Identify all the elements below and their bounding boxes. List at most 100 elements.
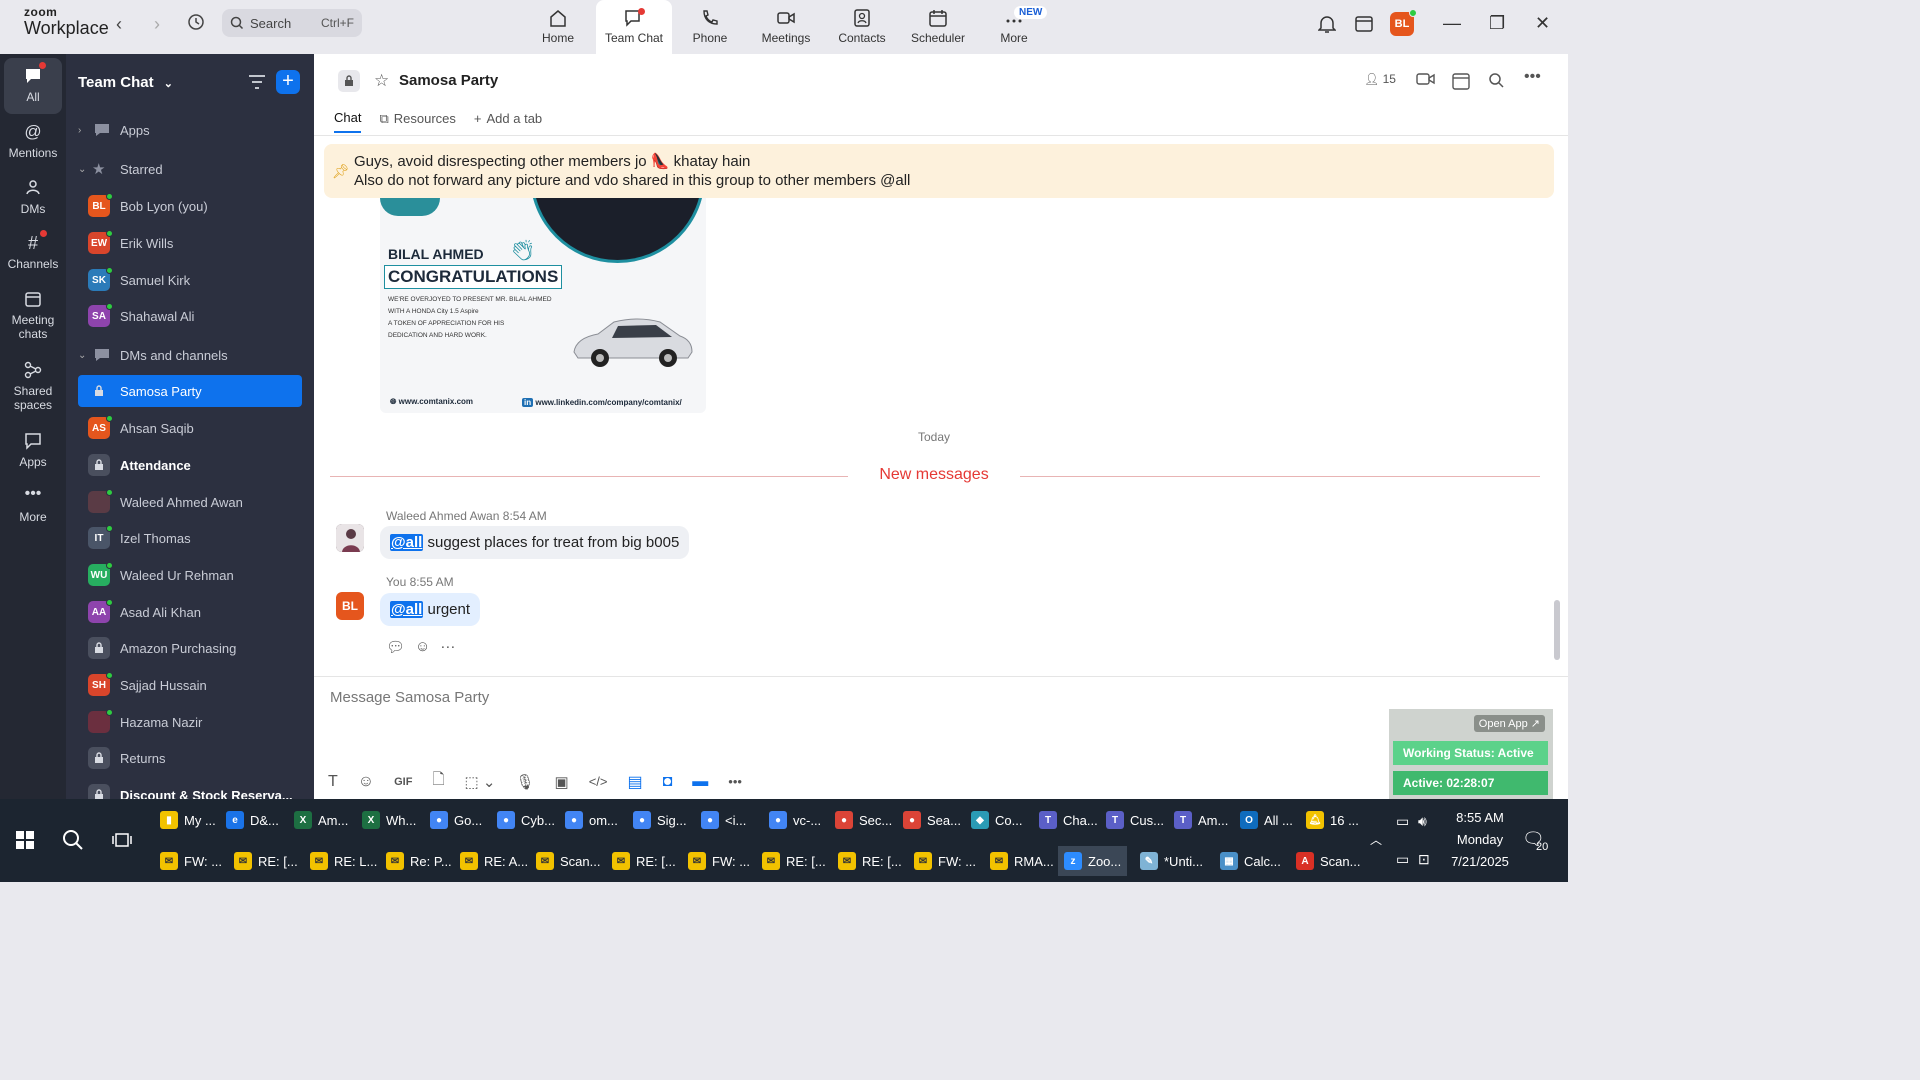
taskbar-window[interactable]: A Scan... xyxy=(1296,846,1360,876)
rail-meeting-chats[interactable]: Meeting chats xyxy=(0,289,66,341)
more-options-icon[interactable]: ••• xyxy=(1524,68,1541,86)
rail-channels[interactable]: # Channels xyxy=(0,233,66,271)
section-apps[interactable]: › Apps xyxy=(78,114,302,146)
calendar-icon[interactable] xyxy=(1452,72,1470,93)
taskbar-window[interactable]: ✉ RE: [... xyxy=(234,846,298,876)
sidebar-item-channel[interactable]: Samosa Party xyxy=(78,375,302,407)
chevron-up-icon[interactable]: ︿ xyxy=(1370,831,1382,848)
tab-contacts[interactable]: Contacts xyxy=(824,0,900,54)
tab-resources[interactable]: ⧉ Resources xyxy=(379,110,455,133)
windows-start-icon[interactable] xyxy=(16,831,34,849)
text-format-icon[interactable]: T xyxy=(328,773,338,791)
sidebar-title[interactable]: Team Chat ⌄ xyxy=(78,74,173,91)
rail-all[interactable]: All xyxy=(4,58,62,114)
taskbar-app[interactable]: 🔔︎ 16 ... xyxy=(1306,805,1359,835)
sender-name[interactable]: You xyxy=(386,575,406,589)
taskbar-app[interactable]: ◆ Co... xyxy=(971,805,1022,835)
taskbar-window[interactable]: ✉ RE: [... xyxy=(838,846,902,876)
taskbar-app[interactable]: X Wh... xyxy=(362,805,416,835)
taskbar-window[interactable]: ✉ FW: ... xyxy=(688,846,750,876)
mention-all[interactable]: @all xyxy=(390,534,424,551)
taskbar-app[interactable]: ● Sec... xyxy=(835,805,892,835)
shared-image-poster[interactable]: BILAL AHMED 👏︎ CONGRATULATIONS WE'RE OVE… xyxy=(380,198,706,413)
sidebar-item-channel[interactable]: SH Sajjad Hussain xyxy=(78,669,302,701)
whiteboard-app-icon[interactable]: ◘ xyxy=(663,773,673,791)
taskbar-window[interactable]: ✉ Scan... xyxy=(536,846,600,876)
calendar-icon[interactable] xyxy=(1355,14,1373,37)
more-dots-icon[interactable]: ••• xyxy=(728,774,742,789)
restore-button[interactable]: ❐ xyxy=(1489,13,1505,34)
tab-more[interactable]: NEW More xyxy=(976,0,1052,54)
sidebar-item-channel[interactable]: WU Waleed Ur Rehman xyxy=(78,559,302,591)
docs-app-icon[interactable]: ▤ xyxy=(627,772,642,792)
clips-app-icon[interactable]: ▬ xyxy=(692,773,708,791)
section-starred[interactable]: ⌄ ★ Starred xyxy=(78,153,302,185)
emoji-icon[interactable]: ☺ xyxy=(358,773,374,791)
sidebar-item-contact[interactable]: BL Bob Lyon (you) xyxy=(78,190,302,222)
screenshot-icon[interactable]: ⬚ ⌄ xyxy=(465,773,496,791)
taskbar-app[interactable]: ● om... xyxy=(565,805,618,835)
rail-mentions[interactable]: @ Mentions xyxy=(0,122,66,160)
taskbar-app[interactable]: T Am... xyxy=(1174,805,1228,835)
bell-icon[interactable] xyxy=(1317,14,1337,39)
sidebar-item-channel[interactable]: Returns xyxy=(78,742,302,774)
section-dms-channels[interactable]: ⌄ DMs and channels xyxy=(78,339,302,371)
tab-chat[interactable]: Chat xyxy=(334,110,362,133)
emoji-reaction-icon[interactable]: ☺ xyxy=(415,638,430,656)
notifications-button[interactable]: 🗨︎ 20 xyxy=(1522,829,1548,853)
pinned-message[interactable]: 📌︎ Guys, avoid disrespecting other membe… xyxy=(324,144,1554,198)
network-icon[interactable]: ⊡ xyxy=(1418,851,1430,868)
taskbar-app[interactable]: T Cha... xyxy=(1039,805,1098,835)
gif-icon[interactable]: GIF xyxy=(394,776,412,788)
sidebar-item-channel[interactable]: IT Izel Thomas xyxy=(78,522,302,554)
rail-dms[interactable]: DMs xyxy=(0,178,66,216)
file-icon[interactable]: 🗋︎ xyxy=(432,769,444,794)
taskbar-app[interactable]: ● Sig... xyxy=(633,805,687,835)
message-bubble[interactable]: @all suggest places for treat from big b… xyxy=(380,526,690,559)
taskbar-window[interactable]: ✉ RMA... xyxy=(990,846,1054,876)
rail-more[interactable]: ••• More xyxy=(0,486,66,525)
sidebar-item-channel[interactable]: Hazama Nazir xyxy=(78,706,302,738)
members-button[interactable]: 👤︎ 15 xyxy=(1364,72,1396,86)
tab-meetings[interactable]: Meetings xyxy=(748,0,824,54)
sidebar-item-channel[interactable]: Attendance xyxy=(78,449,302,481)
sidebar-item-contact[interactable]: SA Shahawal Ali xyxy=(78,300,302,332)
display-icon[interactable]: ▭ xyxy=(1396,851,1409,868)
system-clock[interactable]: 8:55 AM Monday 7/21/2025 xyxy=(1440,807,1520,873)
taskbar-app[interactable]: e D&... xyxy=(226,805,279,835)
star-outline-icon[interactable]: ☆ xyxy=(374,71,389,91)
taskbar-app[interactable]: ● Go... xyxy=(430,805,482,835)
mention-all[interactable]: @all xyxy=(390,601,424,618)
minimize-button[interactable]: — xyxy=(1443,13,1461,34)
more-options-icon[interactable]: ··· xyxy=(440,638,455,656)
history-icon[interactable] xyxy=(186,12,206,37)
video-message-icon[interactable]: ▣ xyxy=(555,773,569,791)
search-icon[interactable] xyxy=(62,829,84,857)
taskbar-window[interactable]: ✉ RE: [... xyxy=(612,846,676,876)
tab-scheduler[interactable]: Scheduler xyxy=(900,0,976,54)
taskbar-window[interactable]: ✉ RE: L... xyxy=(310,846,377,876)
taskbar-app[interactable]: T Cus... xyxy=(1106,805,1164,835)
sidebar-item-channel[interactable]: Amazon Purchasing xyxy=(78,632,302,664)
taskbar-app[interactable]: ● <i... xyxy=(701,805,746,835)
taskbar-window[interactable]: ✎ *Unti... xyxy=(1140,846,1203,876)
sidebar-item-channel[interactable]: Discount & Stock Reserva... xyxy=(78,779,302,799)
taskbar-window[interactable]: ✉ RE: [... xyxy=(762,846,826,876)
taskbar-window[interactable]: ✉ Re: P... xyxy=(386,846,452,876)
new-chat-button[interactable]: + xyxy=(276,70,300,94)
add-tab-button[interactable]: + Add a tab xyxy=(474,110,542,133)
message-bubble[interactable]: @all urgent xyxy=(380,593,481,626)
user-avatar[interactable]: BL xyxy=(1390,9,1417,36)
code-snippet-icon[interactable]: </> xyxy=(589,774,608,789)
message-input[interactable]: Message Samosa Party xyxy=(330,689,489,706)
rail-apps[interactable]: Apps xyxy=(0,431,66,469)
taskbar-window[interactable]: ✉ RE: A... xyxy=(460,846,528,876)
sidebar-item-contact[interactable]: SK Samuel Kirk xyxy=(78,264,302,296)
scrollbar[interactable] xyxy=(1554,600,1560,660)
microphone-icon[interactable]: 🎙︎ xyxy=(515,773,534,791)
tab-home[interactable]: Home xyxy=(520,0,596,54)
open-app-button[interactable]: Open App ↗ xyxy=(1473,715,1545,732)
taskbar-window[interactable]: ✉ FW: ... xyxy=(914,846,976,876)
rail-shared-spaces[interactable]: Shared spaces xyxy=(0,360,66,412)
forward-arrow-icon[interactable]: › xyxy=(154,14,160,35)
